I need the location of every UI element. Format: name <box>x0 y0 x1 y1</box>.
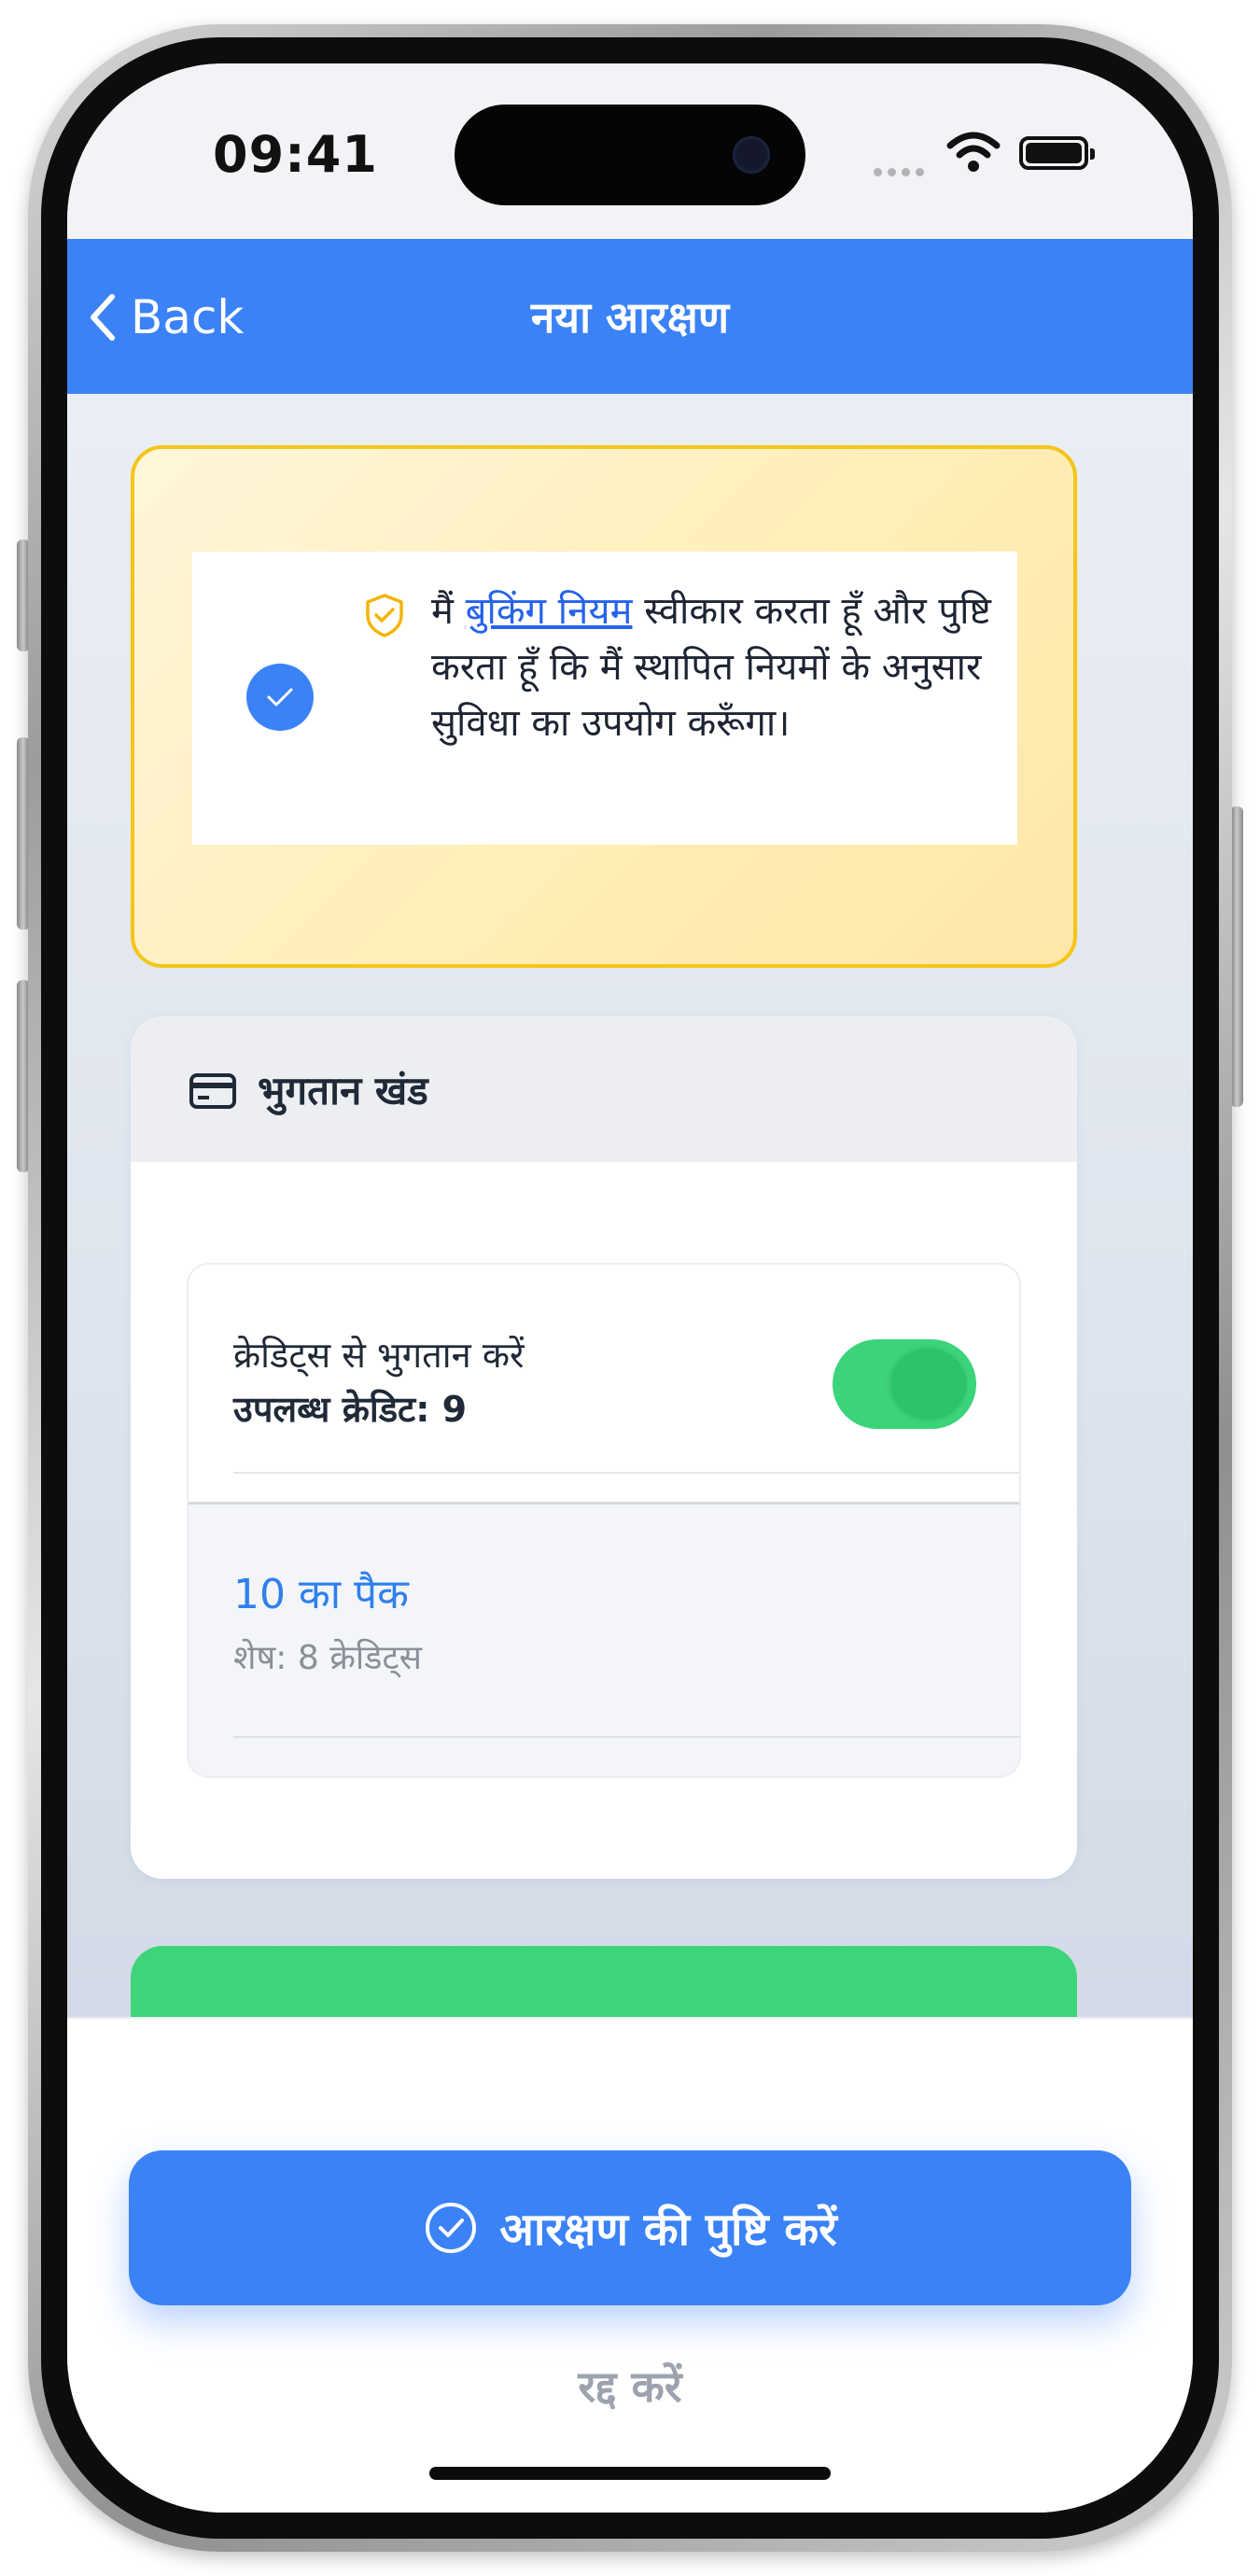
divider <box>233 1736 1019 1738</box>
confirm-booking-label: आरक्षण की पुष्टि करें <box>499 2203 837 2256</box>
credit-pack-option[interactable]: 10 का पैक शेष: 8 क्रेडिट्स <box>189 1505 1019 1776</box>
status-time: 09:41 <box>213 125 378 184</box>
confirm-booking-button[interactable]: आरक्षण की पुष्टि करें <box>129 2150 1131 2305</box>
booking-rules-link[interactable]: बुकिंग नियम <box>466 590 633 633</box>
shield-check-icon <box>366 594 403 637</box>
check-circle-icon <box>426 2203 477 2253</box>
payment-section-header: भुगतान खंड <box>131 1016 1077 1162</box>
rules-text: मैं बुकिंग नियम स्वीकार करता हूँ और पुष्… <box>431 583 991 751</box>
payment-section-title: भुगतान खंड <box>258 1068 428 1113</box>
page-title: नया आरक्षण <box>530 292 730 343</box>
pay-with-credits-toggle[interactable] <box>833 1339 976 1429</box>
booking-rules-card: मैं बुकिंग नियम स्वीकार करता हूँ और पुष्… <box>131 445 1077 968</box>
available-credits: उपलब्ध क्रेडिट: 9 <box>233 1389 468 1430</box>
camera-icon <box>733 136 770 174</box>
home-indicator <box>429 2467 831 2480</box>
dynamic-island <box>455 105 805 205</box>
bottom-action-bar: आरक्षण की पुष्टि करें रद्द करें <box>67 2017 1193 2513</box>
phone-bezel: 09:41 Back नया आरक्षण मैं बुकिंग नियम स्… <box>41 37 1219 2539</box>
battery-icon <box>1019 136 1095 170</box>
pay-with-credits-label: क्रेडिट्स से भुगतान करें <box>233 1335 525 1376</box>
phone-screen: 09:41 Back नया आरक्षण मैं बुकिंग नियम स्… <box>67 63 1193 2513</box>
credit-payment-box: क्रेडिट्स से भुगतान करें उपलब्ध क्रेडिट:… <box>187 1263 1021 1778</box>
wifi-icon <box>946 132 1001 172</box>
power-button <box>1230 806 1243 1107</box>
payment-section-card: भुगतान खंड क्रेडिट्स से भुगतान करें उपलब… <box>131 1016 1077 1879</box>
credit-card-icon <box>189 1073 236 1109</box>
divider <box>233 1472 1019 1474</box>
rules-text-prefix: मैं <box>431 590 466 633</box>
agree-checkbox[interactable] <box>246 664 314 731</box>
status-bar: 09:41 <box>67 63 1193 239</box>
signal-icon <box>874 162 933 176</box>
rules-agreement: मैं बुकिंग नियम स्वीकार करता हूँ और पुष्… <box>192 552 1017 845</box>
credit-pack-name: 10 का पैक <box>233 1571 409 1618</box>
checkmark-icon <box>267 688 293 707</box>
credit-pack-remaining: शेष: 8 क्रेडिट्स <box>233 1639 422 1677</box>
toggle-knob <box>892 1349 967 1420</box>
nav-bar: Back नया आरक्षण <box>67 239 1193 394</box>
pay-with-credits-row: क्रेडिट्स से भुगतान करें उपलब्ध क्रेडिट:… <box>189 1265 1019 1504</box>
cancel-button[interactable]: रद्द करें <box>67 2357 1193 2415</box>
